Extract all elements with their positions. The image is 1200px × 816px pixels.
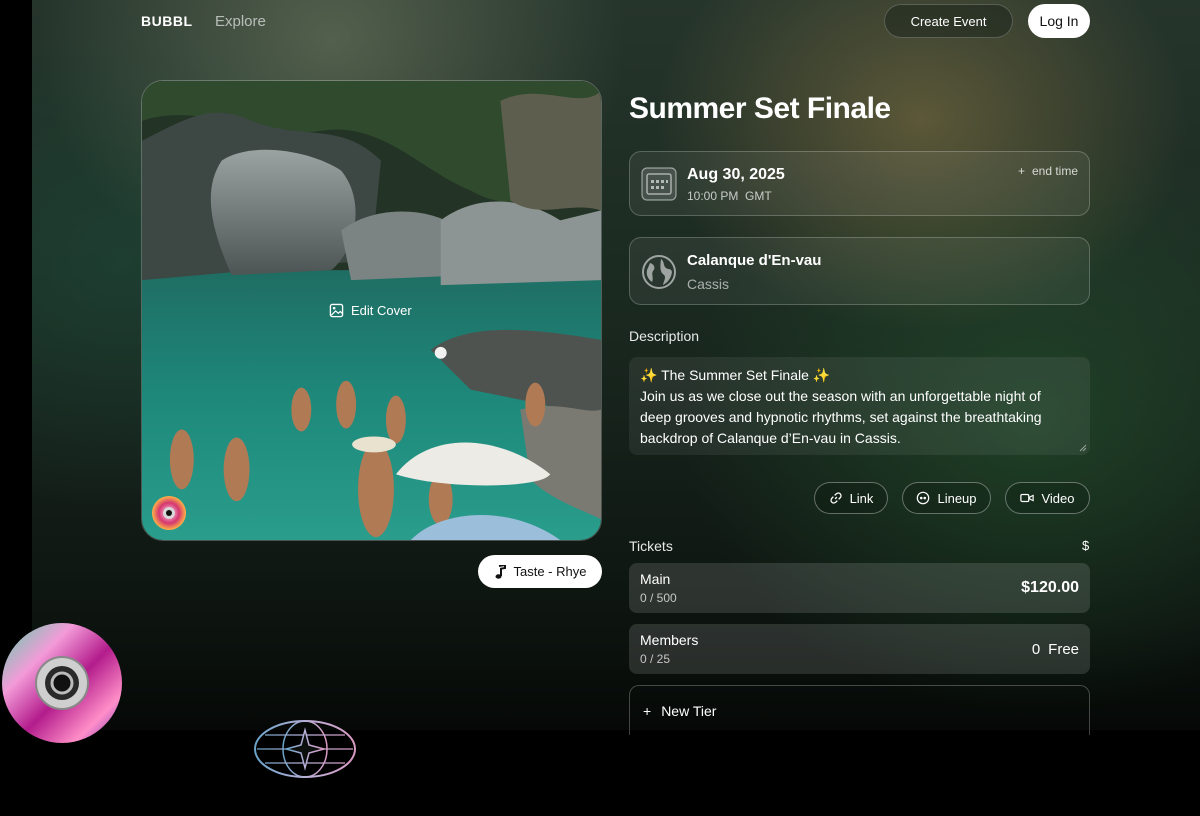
new-tier-button[interactable]: + New Tier — [629, 685, 1090, 735]
location-card[interactable]: Calanque d'En-vau Cassis — [629, 237, 1090, 305]
event-cover-image[interactable]: Edit Cover — [141, 80, 602, 541]
edit-cover-label: Edit Cover — [351, 303, 412, 318]
music-track-label: Taste - Rhye — [513, 564, 587, 579]
event-title[interactable]: Summer Set Finale — [629, 92, 891, 126]
date-time-card[interactable]: Aug 30, 2025 10:00 PM GMT + end time — [629, 151, 1090, 216]
event-timezone: GMT — [745, 189, 772, 203]
add-video-button[interactable]: Video — [1005, 482, 1090, 514]
location-name: Calanque d'En-vau — [687, 252, 822, 269]
resize-handle-icon[interactable] — [1079, 444, 1087, 452]
end-time-label: end time — [1031, 164, 1078, 178]
cd-disc-icon — [2, 623, 122, 743]
event-time-value: 10:00 PM — [687, 189, 739, 203]
music-track-button[interactable]: Taste - Rhye — [478, 555, 602, 588]
tier-name: Main — [640, 571, 671, 587]
plus-icon: + — [1017, 164, 1025, 178]
tier-price: $120.00 — [1021, 579, 1079, 596]
ticket-tier-main[interactable]: Main 0 / 500 $120.00 — [629, 563, 1090, 613]
description-line: ✨ The Summer Set Finale ✨ — [640, 367, 831, 383]
brand-logo[interactable]: BUBBL — [141, 13, 193, 29]
event-date: Aug 30, 2025 — [687, 166, 785, 183]
lineup-button[interactable]: Lineup — [902, 482, 991, 514]
currency-selector[interactable]: $ — [1082, 538, 1089, 553]
globe-icon — [642, 255, 676, 289]
tickets-label: Tickets — [629, 538, 673, 554]
video-label: Video — [1041, 490, 1075, 506]
description-line: backdrop of Calanque d’En-vau in Cassis. — [640, 430, 901, 446]
video-icon — [1020, 493, 1035, 503]
description-line: Join us as we close out the season with … — [640, 388, 1041, 404]
create-event-button[interactable]: Create Event — [884, 4, 1013, 38]
add-link-button[interactable]: Link — [814, 482, 888, 514]
tier-count: 0 / 25 — [640, 652, 671, 666]
lineup-label: Lineup — [937, 490, 977, 506]
tier-count: 0 / 500 — [640, 591, 677, 605]
top-nav: BUBBL Explore Create Event Log In — [0, 0, 1200, 42]
tier-name: Members — [640, 632, 699, 648]
event-time: 10:00 PM GMT — [687, 189, 772, 203]
edit-cover-button[interactable]: Edit Cover — [329, 303, 412, 318]
music-note-icon — [495, 564, 506, 579]
link-icon — [829, 492, 842, 504]
disc-icon — [152, 496, 186, 530]
login-button[interactable]: Log In — [1028, 4, 1090, 38]
new-tier-label: New Tier — [661, 702, 717, 719]
add-end-time-button[interactable]: + end time — [1018, 164, 1078, 178]
globe-sparkle-icon — [254, 720, 356, 778]
location-city: Cassis — [687, 276, 730, 292]
lineup-icon — [917, 491, 930, 505]
description-label: Description — [629, 328, 700, 344]
link-label: Link — [849, 490, 874, 506]
tier-price: 0 Free — [1032, 641, 1079, 658]
description-line: deep grooves and hypnotic rhythms, set a… — [640, 409, 1042, 425]
calendar-icon — [641, 167, 677, 201]
description-textarea[interactable]: ✨ The Summer Set Finale ✨ Join us as we … — [629, 357, 1090, 455]
tier-price-note: Free — [1048, 641, 1079, 658]
ticket-tier-members[interactable]: Members 0 / 25 0 Free — [629, 624, 1090, 674]
tier-price-value: 0 — [1031, 641, 1041, 658]
plus-icon: + — [643, 702, 652, 719]
image-icon — [329, 303, 344, 318]
nav-explore-link[interactable]: Explore — [215, 13, 266, 30]
